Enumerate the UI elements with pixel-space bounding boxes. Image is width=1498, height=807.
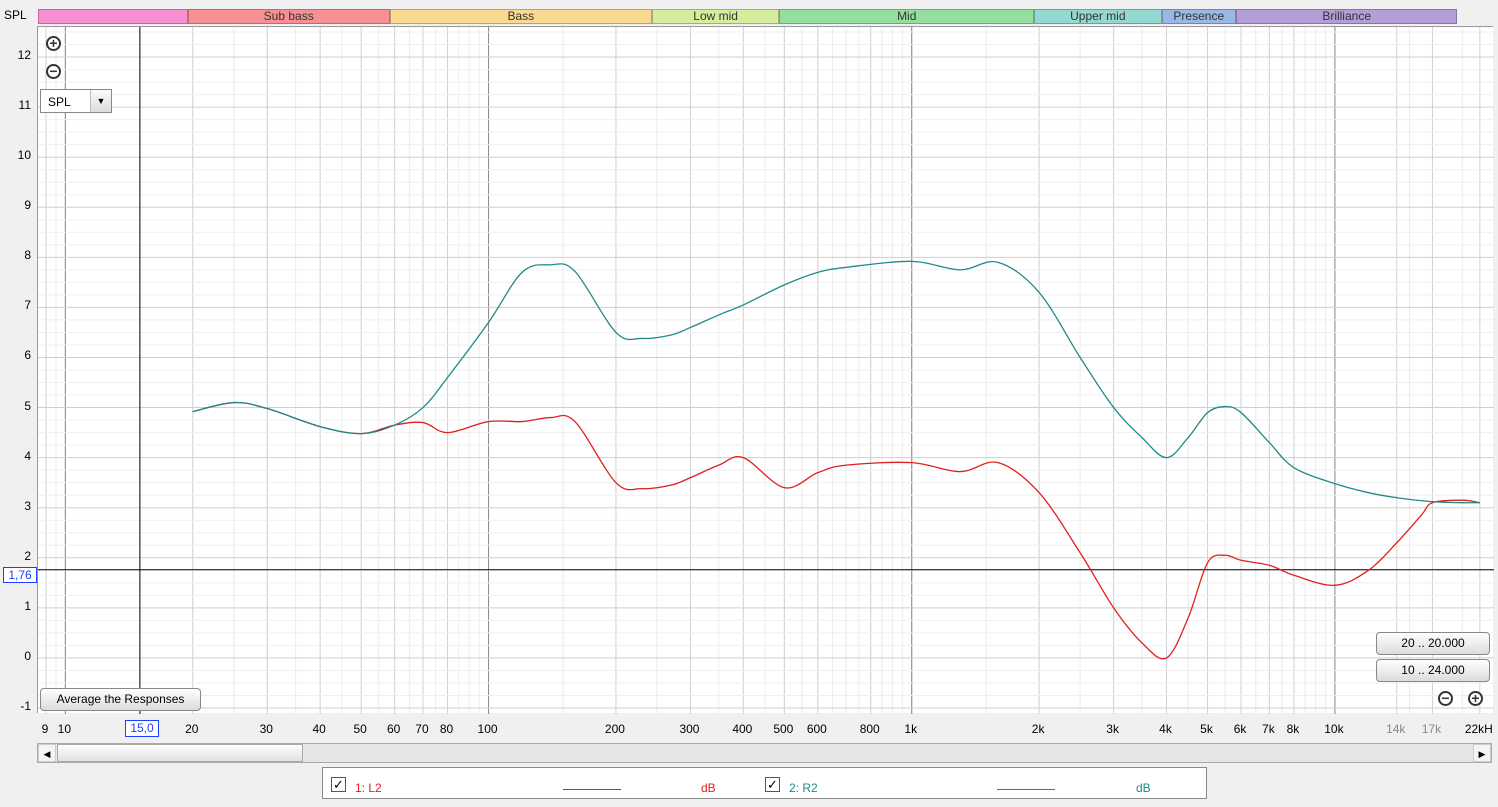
y-tick-label: 3 [24,498,31,513]
x-tick-label: 200 [604,722,625,736]
x-tick-label: 100 [477,722,498,736]
x-tick-label: 600 [806,722,827,736]
x-tick-label: 17k [1421,722,1442,736]
legend-checkbox-1[interactable]: ✓ [331,777,346,792]
scroll-left-icon[interactable]: ◀ [38,744,56,762]
x-tick-label: 5k [1200,722,1213,736]
measurement-legend: ✓ 1: L2 dB ✓ 2: R2 dB [322,767,1207,799]
x-tick-label: 8k [1286,722,1300,736]
range-10-24000-button[interactable]: 10 .. 24.000 [1376,659,1490,682]
y-tick-label: 2 [24,548,31,563]
band-2: Sub bass [187,9,390,24]
x-tick-label: 30 [259,722,273,736]
legend-checkbox-2[interactable]: ✓ [765,777,780,792]
scrollbar-thumb[interactable] [57,744,303,762]
cursor-level-readout: 1,76 [3,567,37,583]
x-tick-label: 6k [1233,722,1247,736]
y-axis-title: SPL [4,8,27,22]
y-tick-label: 0 [24,648,31,663]
x-tick-label: 22kH [1464,722,1493,736]
band-5: Mid [779,9,1035,24]
y-tick-label: 7 [24,298,31,313]
x-tick-label: 40 [312,722,326,736]
y-tick-label: 1 [24,598,31,613]
spl-select[interactable]: SPL ▼ [40,89,112,113]
x-tick-label: 80 [439,722,454,736]
cursor-frequency-readout: 15,0 [125,720,159,737]
y-tick-label: 5 [24,398,31,413]
band-4: Low mid [651,9,780,24]
y-tick-label: 11 [18,98,31,113]
band-3: Bass [389,9,652,24]
x-tick-label: 70 [415,722,429,736]
scroll-right-icon[interactable]: ▶ [1473,744,1491,762]
y-tick-label: 9 [24,198,31,213]
x-tick-label: 60 [386,722,401,736]
x-tick-label: 14k [1386,722,1406,736]
band-1 [38,9,188,24]
x-tick-label: 50 [353,722,367,736]
y-tick-label: -1 [20,699,31,713]
x-tick-label: 4k [1159,722,1172,736]
band-7: Presence [1161,9,1237,24]
x-tick-label: 400 [732,722,753,736]
spl-select-value: SPL [48,95,71,109]
band-8: Brilliance [1236,9,1458,24]
x-tick-label: 9 [41,722,49,736]
x-tick-label: 500 [773,722,794,736]
graph-canvas [38,27,1494,714]
y-tick-label: 10 [17,148,31,163]
x-tick-label: 10 [57,722,72,736]
legend-swatch-1 [563,789,621,790]
legend-unit-1: dB [701,781,716,795]
zoom-in-icon[interactable]: + [46,36,61,51]
x-tick-label: 800 [859,722,880,736]
y-tick-label: 6 [24,348,31,363]
legend-name-2: 2: R2 [789,781,818,795]
y-tick-label: 8 [24,248,31,263]
x-tick-label: 1k [904,722,918,736]
graph-area[interactable] [37,26,1494,714]
legend-unit-2: dB [1136,781,1151,795]
x-tick-label: 10k [1324,722,1344,736]
x-tick-label: 20 [185,722,199,736]
horizontal-scrollbar[interactable]: ◀ ▶ [37,743,1492,763]
band-6: Upper mid [1034,9,1162,24]
x-zoom-in-icon[interactable]: + [1468,691,1483,706]
range-20-20000-button[interactable]: 20 .. 20.000 [1376,632,1490,655]
rew-spl-graph-window: SPL Sub bass Bass Low mid Mid Upper mid Prese… [0,0,1498,807]
zoom-out-icon[interactable]: − [46,64,61,79]
x-tick-label: 300 [679,722,700,736]
x-zoom-out-icon[interactable]: − [1438,691,1453,706]
y-tick-label: 12 [17,48,31,63]
chevron-down-icon[interactable]: ▼ [90,90,111,112]
x-tick-label: 2k [1031,722,1045,736]
legend-swatch-2 [997,789,1055,790]
x-tick-label: 7k [1262,722,1275,736]
y-tick-label: 4 [24,448,31,463]
average-responses-button[interactable]: Average the Responses [40,688,201,711]
legend-name-1: 1: L2 [355,781,382,795]
x-tick-label: 3k [1106,722,1119,736]
